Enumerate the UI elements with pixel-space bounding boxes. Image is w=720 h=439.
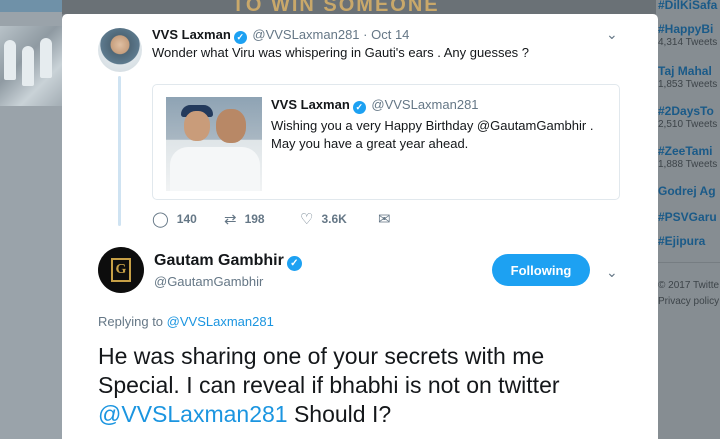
verified-icon: ✓ <box>286 256 302 271</box>
trend-item[interactable]: Godrej Ag <box>658 184 716 198</box>
thread-line <box>118 76 121 226</box>
retweet-button[interactable]: ⇄ 198 <box>224 210 265 228</box>
copyright-text: © 2017 Twitte <box>658 280 720 291</box>
retweet-count: 198 <box>244 212 265 226</box>
mention-link[interactable]: @VVSLaxman281 <box>98 401 288 427</box>
verified-icon: ✓ <box>233 31 247 44</box>
reply-count: 140 <box>176 212 197 226</box>
trend-item[interactable]: #2DaysTo 2,510 Tweets <box>658 104 717 130</box>
logo-icon: G <box>111 258 131 282</box>
reply-icon: ◯ <box>152 211 169 228</box>
avatar[interactable]: G <box>98 247 144 293</box>
background-photo <box>0 26 62 106</box>
replying-to: Replying to @VVSLaxman281 <box>98 314 274 329</box>
trends-panel: #DilKiSafa #HappyBi 4,314 Tweets Taj Mah… <box>656 0 720 439</box>
quoted-tweet-header: VVS Laxman ✓ @VVSLaxman281 <box>271 97 479 114</box>
envelope-icon: ✉ <box>378 211 391 228</box>
like-button[interactable]: ♡ 3.6K <box>300 210 347 228</box>
privacy-link[interactable]: Privacy policy <box>658 296 719 307</box>
trend-item[interactable]: #Ejipura <box>658 234 705 248</box>
reply-button[interactable]: ◯ 140 <box>152 210 197 228</box>
author-handle[interactable]: @VVSLaxman281 <box>252 27 359 42</box>
quoted-author-handle: @VVSLaxman281 <box>371 97 479 112</box>
trend-item[interactable]: #PSVGaru <box>658 210 717 224</box>
verified-icon: ✓ <box>352 101 366 114</box>
retweet-icon: ⇄ <box>224 211 237 228</box>
like-count: 3.6K <box>321 212 347 226</box>
reply-tweet[interactable]: G Gautam Gambhir ✓ @GautamGambhir Followi… <box>62 244 658 439</box>
quoted-tweet-photo[interactable] <box>166 97 262 191</box>
tweet-actions: ◯ 140 ⇄ 198 ♡ 3.6K ✉ <box>152 210 472 230</box>
trend-item[interactable]: Taj Mahal 1,853 Tweets <box>658 64 717 90</box>
banner-text: TO WIN SOMEONE <box>232 0 440 14</box>
chevron-down-icon[interactable]: ⌄ <box>606 26 618 43</box>
quoted-author-name: VVS Laxman <box>271 97 350 112</box>
mention-link[interactable]: @VVSLaxman281 <box>167 314 274 329</box>
parent-tweet[interactable]: VVS Laxman ✓ @VVSLaxman281 · Oct 14 ⌄ Won… <box>62 14 658 244</box>
heart-icon: ♡ <box>300 211 314 228</box>
tweet-text: He was sharing one of your secrets with … <box>98 343 560 427</box>
trend-item[interactable]: #HappyBi 4,314 Tweets <box>658 22 717 48</box>
quoted-tweet[interactable]: VVS Laxman ✓ @VVSLaxman281 Wishing you a … <box>152 84 620 200</box>
tweet-text: Wonder what Viru was whispering in Gauti… <box>152 45 530 60</box>
following-button[interactable]: Following <box>492 254 590 286</box>
quoted-tweet-text: Wishing you a very Happy Birthday @Gauta… <box>271 118 594 151</box>
trend-item[interactable]: #ZeeTami 1,888 Tweets <box>658 144 717 170</box>
author-name[interactable]: Gautam Gambhir ✓ <box>154 252 304 271</box>
author-name[interactable]: VVS Laxman <box>152 27 231 42</box>
background-strip <box>0 0 62 12</box>
direct-message-button[interactable]: ✉ <box>378 210 399 228</box>
tweet-date[interactable]: · Oct 14 <box>363 27 409 42</box>
chevron-down-icon[interactable]: ⌄ <box>606 264 618 281</box>
avatar[interactable] <box>98 28 142 72</box>
tweet-header: VVS Laxman ✓ @VVSLaxman281 · Oct 14 <box>152 27 409 44</box>
trend-item[interactable]: #DilKiSafa <box>658 0 717 12</box>
tweet-modal: VVS Laxman ✓ @VVSLaxman281 · Oct 14 ⌄ Won… <box>62 14 658 439</box>
background-banner: TO WIN SOMEONE <box>62 0 658 14</box>
divider <box>656 262 720 263</box>
background-left-panel <box>0 0 62 439</box>
author-handle[interactable]: @GautamGambhir <box>154 274 263 289</box>
